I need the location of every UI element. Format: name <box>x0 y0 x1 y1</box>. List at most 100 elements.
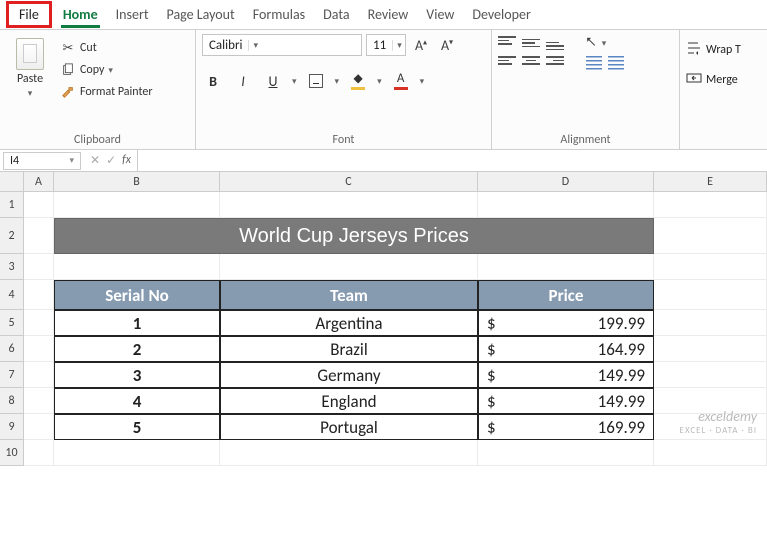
row-header[interactable]: 1 <box>0 192 24 218</box>
cell[interactable] <box>54 440 220 466</box>
cell[interactable] <box>24 280 54 310</box>
fx-icon[interactable]: fx <box>122 153 131 168</box>
row-header[interactable]: 10 <box>0 440 24 466</box>
cell[interactable] <box>54 192 220 218</box>
cell[interactable] <box>24 310 54 336</box>
format-painter-button[interactable]: Format Painter <box>60 82 153 102</box>
cell[interactable] <box>654 280 767 310</box>
cancel-icon[interactable]: ✕ <box>90 153 100 168</box>
tab-page-layout[interactable]: Page Layout <box>158 2 244 27</box>
cell[interactable] <box>478 192 654 218</box>
cell[interactable] <box>654 218 767 254</box>
cell[interactable] <box>478 440 654 466</box>
cell-serial[interactable]: 4 <box>54 388 220 414</box>
align-right-button[interactable] <box>546 56 564 70</box>
cell-price[interactable]: $169.99 <box>478 414 654 440</box>
wrap-text-button[interactable]: Wrap T <box>686 40 741 60</box>
cell[interactable] <box>24 440 54 466</box>
tab-insert[interactable]: Insert <box>107 2 158 27</box>
cell-team[interactable]: Portugal <box>220 414 478 440</box>
cell[interactable] <box>478 254 654 280</box>
tab-data[interactable]: Data <box>314 2 358 27</box>
col-header-A[interactable]: A <box>24 172 54 191</box>
font-name-select[interactable]: Calibri▾ <box>202 34 362 56</box>
cell-price[interactable]: $164.99 <box>478 336 654 362</box>
row-header[interactable]: 7 <box>0 362 24 388</box>
col-header-C[interactable]: C <box>220 172 478 191</box>
row-header[interactable]: 9 <box>0 414 24 440</box>
border-button[interactable] <box>305 70 327 92</box>
col-header-B[interactable]: B <box>54 172 220 191</box>
cell[interactable] <box>24 192 54 218</box>
merge-button[interactable]: Merge <box>686 70 738 90</box>
cell[interactable] <box>24 388 54 414</box>
col-header-D[interactable]: D <box>478 172 654 191</box>
cell[interactable] <box>54 254 220 280</box>
font-size-select[interactable]: 11▾ <box>366 34 406 56</box>
increase-font-button[interactable]: A▴ <box>410 37 432 54</box>
row-header[interactable]: 5 <box>0 310 24 336</box>
cell[interactable] <box>24 362 54 388</box>
row-header[interactable]: 3 <box>0 254 24 280</box>
tab-formulas[interactable]: Formulas <box>244 2 314 27</box>
cell-serial[interactable]: 3 <box>54 362 220 388</box>
select-all-corner[interactable] <box>0 172 24 191</box>
cell[interactable] <box>24 218 54 254</box>
increase-indent-button[interactable] <box>608 56 624 70</box>
cell-serial[interactable]: 2 <box>54 336 220 362</box>
accept-icon[interactable]: ✓ <box>106 153 116 168</box>
align-middle-button[interactable] <box>522 36 540 50</box>
tab-view[interactable]: View <box>417 2 463 27</box>
cell[interactable] <box>654 414 767 440</box>
cell[interactable] <box>24 336 54 362</box>
cell[interactable] <box>654 254 767 280</box>
cell[interactable] <box>654 388 767 414</box>
row-header[interactable]: 2 <box>0 218 24 254</box>
cell[interactable] <box>220 192 478 218</box>
table-header-serial[interactable]: Serial No <box>54 280 220 310</box>
cell[interactable] <box>24 254 54 280</box>
cell[interactable] <box>654 336 767 362</box>
name-box[interactable]: I4 ▾ <box>3 152 81 170</box>
row-header[interactable]: 8 <box>0 388 24 414</box>
tab-file[interactable]: File <box>6 1 52 28</box>
cell[interactable] <box>654 192 767 218</box>
bold-button[interactable]: B <box>202 70 224 92</box>
cell-price[interactable]: $149.99 <box>478 362 654 388</box>
cell[interactable] <box>220 440 478 466</box>
align-left-button[interactable] <box>498 56 516 70</box>
orientation-button[interactable]: ⭦ <box>586 34 596 52</box>
cell-team[interactable]: Argentina <box>220 310 478 336</box>
row-header[interactable]: 6 <box>0 336 24 362</box>
cell-team[interactable]: England <box>220 388 478 414</box>
col-header-E[interactable]: E <box>654 172 767 191</box>
italic-button[interactable]: I <box>232 70 254 92</box>
cell-serial[interactable]: 1 <box>54 310 220 336</box>
cell[interactable] <box>654 362 767 388</box>
cell[interactable] <box>220 254 478 280</box>
paste-button[interactable]: Paste ▾ <box>6 34 54 99</box>
table-header-price[interactable]: Price <box>478 280 654 310</box>
row-header[interactable]: 4 <box>0 280 24 310</box>
cell-team[interactable]: Brazil <box>220 336 478 362</box>
tab-home[interactable]: Home <box>54 2 107 27</box>
cell-serial[interactable]: 5 <box>54 414 220 440</box>
tab-developer[interactable]: Developer <box>463 2 539 27</box>
cell[interactable] <box>654 310 767 336</box>
copy-button[interactable]: Copy ▾ <box>60 60 153 80</box>
decrease-font-button[interactable]: A▾ <box>436 37 458 54</box>
cell-team[interactable]: Germany <box>220 362 478 388</box>
underline-button[interactable]: U <box>262 70 284 92</box>
align-top-button[interactable] <box>498 36 516 50</box>
align-bottom-button[interactable] <box>546 36 564 50</box>
cell-price[interactable]: $199.99 <box>478 310 654 336</box>
cell[interactable] <box>654 440 767 466</box>
sheet-title[interactable]: World Cup Jerseys Prices <box>54 218 654 254</box>
tab-review[interactable]: Review <box>359 2 418 27</box>
table-header-team[interactable]: Team <box>220 280 478 310</box>
cell[interactable] <box>24 414 54 440</box>
cell-price[interactable]: $149.99 <box>478 388 654 414</box>
fill-color-button[interactable]: ◆ <box>347 70 369 92</box>
decrease-indent-button[interactable] <box>586 56 602 70</box>
formula-input[interactable] <box>137 150 767 171</box>
